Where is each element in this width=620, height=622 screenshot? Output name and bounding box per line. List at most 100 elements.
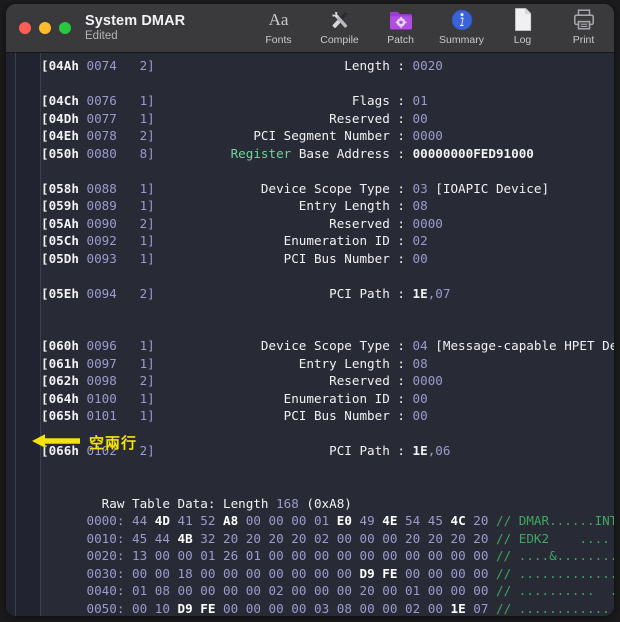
hex-byte: 00: [291, 583, 314, 598]
toolbar-item-compile[interactable]: Compile: [309, 4, 370, 52]
close-button[interactable]: [19, 22, 31, 34]
field-value: 00: [412, 408, 428, 423]
toolbar-label-fonts: Fonts: [265, 34, 292, 46]
hex-ascii: ....&...........: [518, 548, 614, 563]
toolbar-item-summary[interactable]: Summary: [431, 4, 492, 52]
hex-byte: 00: [314, 583, 337, 598]
raw-length-dec: 168: [276, 495, 299, 511]
editor-text[interactable]: [04Ah 0074 2] Length : 0020 [04Ch 0076 1…: [41, 53, 614, 616]
hex-byte: 00: [268, 513, 292, 528]
hex-byte: 20: [359, 583, 383, 598]
field-value: 08: [412, 198, 428, 213]
toolbar-label-patch: Patch: [387, 34, 414, 46]
hex-byte: 00: [314, 548, 337, 563]
zoom-button[interactable]: [59, 22, 71, 34]
field-address: [04Ah: [41, 58, 87, 73]
minimize-button[interactable]: [39, 22, 51, 34]
application-window: System DMAR Edited Aa Fonts Compile Patc…: [6, 4, 614, 616]
toolbar-item-fonts[interactable]: Aa Fonts: [248, 4, 309, 52]
acpi-field-row: [04Dh 0077 1] Reserved : 00: [41, 110, 614, 128]
hex-byte: 00: [223, 565, 246, 581]
toolbar-item-patch[interactable]: Patch: [370, 4, 431, 52]
hex-dump-row: 0020: 13 00 00 01 26 01 00 00 00 00 00 0…: [41, 547, 614, 565]
field-name: PCI Path: [154, 443, 390, 458]
field-separator: :: [389, 285, 413, 301]
hex-byte: 00: [359, 548, 383, 563]
field-address: [060h: [41, 338, 87, 353]
acpi-field-row: [060h 0096 1] Device Scope Type : 04 [Me…: [41, 337, 614, 355]
acpi-field-row: [04Eh 0078 2] PCI Segment Number : 0000: [41, 127, 614, 145]
hex-byte: 01: [200, 548, 223, 563]
field-separator: :: [389, 443, 413, 458]
hex-byte: 00: [268, 548, 292, 563]
hex-byte: 02: [314, 530, 337, 546]
hex-byte: 00: [427, 548, 451, 563]
hex-row-offset: 0050:: [41, 600, 132, 616]
field-name: Entry Length: [154, 198, 390, 213]
acpi-field-row: [050h 0080 8] Register Base Address : 00…: [41, 145, 614, 163]
field-name: PCI Path: [154, 285, 390, 301]
field-offset: 0092: [86, 233, 140, 248]
toolbar-item-print[interactable]: Print: [553, 4, 614, 52]
hex-byte: 18: [177, 565, 201, 581]
toolbar-item-log[interactable]: Log: [492, 4, 553, 52]
field-size: 1]: [139, 180, 155, 196]
hex-ascii: .......... ....: [518, 583, 614, 598]
field-value: 01: [412, 93, 428, 108]
title-block: System DMAR Edited: [85, 13, 185, 44]
hex-byte: 41: [177, 513, 201, 528]
hex-byte: 01: [314, 513, 337, 528]
field-offset: 0094: [86, 285, 140, 301]
hex-byte: 00: [336, 565, 360, 581]
hex-byte: 20: [405, 530, 428, 546]
acpi-field-row: [05Dh 0093 1] PCI Bus Number : 00: [41, 250, 614, 268]
hex-byte: 1E: [450, 600, 474, 616]
field-size: 2]: [139, 128, 155, 143]
field-value: 08: [412, 355, 428, 371]
hex-byte: 01: [405, 583, 428, 598]
raw-length-hex: (0xA8): [298, 495, 352, 511]
hex-byte: 4B: [177, 530, 201, 546]
field-size: 1]: [139, 408, 155, 423]
hex-byte: 08: [336, 600, 360, 616]
hex-byte: FE: [382, 565, 405, 581]
hex-byte: 00: [336, 548, 360, 563]
hex-byte: 00: [223, 600, 246, 616]
field-separator: :: [389, 58, 413, 73]
hex-ascii: DMAR......INTEL: [518, 513, 614, 528]
hex-byte: 20: [473, 513, 496, 528]
field-offset: 0093: [86, 250, 140, 266]
hex-byte: 00: [291, 565, 314, 581]
hex-row-offset: 0000:: [41, 513, 132, 528]
hex-byte: 08: [154, 583, 178, 598]
hex-byte: 4E: [382, 513, 405, 528]
hex-byte: 00: [336, 530, 360, 546]
field-separator: :: [389, 390, 413, 406]
hex-byte: 4D: [154, 513, 178, 528]
hex-byte: 20: [473, 530, 496, 546]
document-status: Edited: [85, 30, 118, 43]
hex-byte: 00: [132, 600, 155, 616]
field-size: 1]: [139, 233, 155, 248]
fonts-icon: Aa: [268, 9, 289, 29]
hex-dump-row: 0050: 00 10 D9 FE 00 00 00 00 03 08 00 0…: [41, 600, 614, 617]
field-offset: 0080: [86, 145, 140, 161]
field-address: [062h: [41, 373, 87, 388]
acpi-field-row: [065h 0101 1] PCI Bus Number : 00: [41, 407, 614, 425]
hex-byte: 00: [382, 530, 405, 546]
hex-byte: 02: [405, 600, 428, 616]
field-address: [04Eh: [41, 128, 87, 143]
hex-byte: 20: [450, 530, 474, 546]
field-size: 1]: [139, 198, 155, 213]
field-separator: :: [389, 408, 413, 423]
field-size: 1]: [139, 355, 155, 371]
document-title: System DMAR: [85, 12, 186, 29]
hex-byte: FE: [200, 600, 223, 616]
hex-byte: 00: [245, 583, 269, 598]
hex-byte: 01: [245, 548, 269, 563]
hex-byte: 26: [223, 548, 246, 563]
hex-comment-prefix: //: [496, 565, 519, 581]
hex-dump-row: 0010: 45 44 4B 32 20 20 20 20 02 00 00 0…: [41, 530, 614, 548]
